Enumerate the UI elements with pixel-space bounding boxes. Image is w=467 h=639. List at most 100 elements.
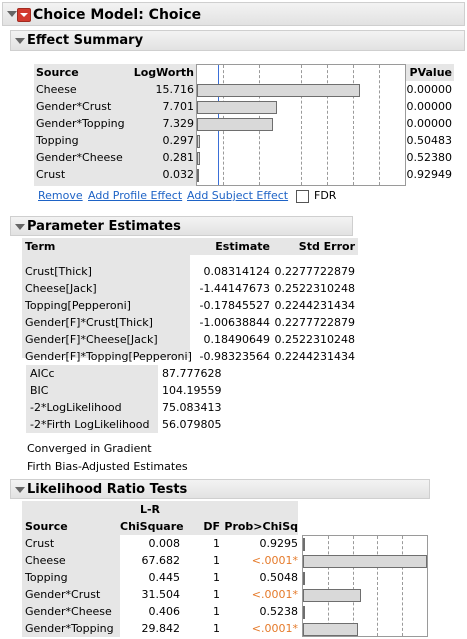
chisquare-bar [303, 555, 427, 568]
estimate-cell: -0.17845527 [199, 299, 270, 312]
pvalue-cell: 0.92949 [406, 168, 453, 181]
column-header-df: DF [203, 520, 220, 533]
likelihood-ratio-header: Likelihood Ratio Tests [10, 479, 430, 499]
column-header-prob: Prob>ChiSq [224, 520, 298, 533]
source-cell: Crust [25, 537, 55, 550]
fdr-label: FDR [314, 189, 337, 202]
parameter-estimates-header: Parameter Estimates [10, 216, 353, 236]
chart-grid-line [353, 65, 354, 185]
stat-value: 56.079805 [162, 418, 222, 431]
stat-value: 75.083413 [162, 401, 222, 414]
column-header-source: Source [25, 520, 68, 533]
source-cell: Gender*Cheese [25, 605, 112, 618]
chisquare-bar [303, 589, 361, 602]
estimate-cell: 0.08314124 [203, 265, 270, 278]
likelihood-ratio-title: Likelihood Ratio Tests [27, 482, 188, 497]
likelihood-ratio-table: Source L-R ChiSquare DF Prob>ChiSq Crust… [22, 501, 430, 637]
chisquare-cell: 31.504 [141, 588, 181, 601]
stderr-cell: 0.2522310248 [274, 282, 355, 295]
source-cell: Gender*Topping [36, 117, 125, 130]
add-subject-effect-button[interactable]: Add Subject Effect [187, 189, 288, 202]
firth-note: Firth Bias-Adjusted Estimates [27, 460, 188, 473]
chisquare-bar [303, 606, 305, 619]
stat-label: -2*Firth LogLikelihood [30, 418, 150, 431]
stat-label: -2*LogLikelihood [30, 401, 122, 414]
prob-cell: 0.9295 [259, 537, 299, 550]
pvalue-cell: 0.52380 [406, 151, 453, 164]
column-header-logworth: LogWorth [133, 66, 194, 79]
estimate-cell: -1.44147673 [199, 282, 270, 295]
term-cell: Crust[Thick] [25, 265, 92, 278]
collapse-icon[interactable] [7, 11, 17, 17]
logworth-cell: 0.297 [162, 134, 195, 147]
stderr-cell: 0.2277722879 [274, 265, 355, 278]
stderr-cell: 0.2277722879 [274, 316, 355, 329]
chart-grid-line [327, 65, 328, 185]
source-cell: Gender*Cheese [36, 151, 123, 164]
term-cell: Topping[Pepperoni] [25, 299, 131, 312]
df-cell: 1 [213, 554, 220, 567]
df-cell: 1 [213, 588, 220, 601]
logworth-bar [197, 169, 199, 182]
prob-cell: 0.5048 [259, 571, 299, 584]
logworth-chart [196, 64, 406, 186]
chisquare-cell: 67.682 [141, 554, 181, 567]
logworth-cell: 15.716 [155, 83, 195, 96]
parameter-estimates-title: Parameter Estimates [27, 219, 181, 234]
source-cell: Gender*Crust [36, 100, 112, 113]
column-header-source: Source [36, 66, 79, 79]
df-cell: 1 [213, 622, 220, 635]
pvalue-cell: 0.00000 [406, 83, 453, 96]
chart-grid-line [402, 536, 403, 636]
stat-label: BIC [30, 384, 49, 397]
effect-summary-buttons: Remove Add Profile Effect Add Subject Ef… [38, 189, 458, 205]
chisquare-cell: 0.406 [148, 605, 181, 618]
stderr-cell: 0.2244231434 [274, 350, 355, 363]
estimate-cell: -0.98323564 [199, 350, 270, 363]
effect-summary-title: Effect Summary [27, 33, 144, 48]
convergence-note: Converged in Gradient [27, 442, 152, 455]
logworth-cell: 7.701 [162, 100, 195, 113]
report-header: Choice Model: Choice [2, 2, 465, 26]
source-cell: Gender*Crust [25, 588, 101, 601]
fdr-checkbox[interactable] [296, 190, 309, 203]
source-cell: Crust [36, 168, 66, 181]
chisquare-cell: 0.445 [148, 571, 181, 584]
source-cell: Topping [36, 134, 79, 147]
prob-cell: <.0001* [251, 554, 298, 567]
term-cell: Cheese[Jack] [25, 282, 97, 295]
stat-value: 104.19559 [162, 384, 222, 397]
column-header-lr-top: L-R [139, 503, 161, 516]
column-header-stderr: Std Error [298, 240, 355, 253]
remove-button[interactable]: Remove [38, 189, 83, 202]
stat-label: AICc [30, 367, 55, 380]
parameter-estimates-table: Term Estimate Std Error Crust[Thick] 0.08… [22, 238, 358, 363]
chisquare-bar [303, 538, 305, 551]
prob-cell: 0.5238 [259, 605, 299, 618]
collapse-icon[interactable] [15, 38, 25, 44]
effect-summary-table: Source LogWorth PValue Cheese 15.716 0.000… [34, 64, 454, 186]
fit-statistics-table: AICc 87.777628 BIC 104.19559 -2*LogLikelihoo… [26, 365, 226, 433]
df-cell: 1 [213, 571, 220, 584]
estimate-cell: -1.00638844 [199, 316, 270, 329]
add-profile-effect-button[interactable]: Add Profile Effect [88, 189, 182, 202]
column-header-term: Term [25, 240, 56, 253]
collapse-icon[interactable] [15, 224, 25, 230]
chisquare-cell: 29.842 [141, 622, 181, 635]
chart-grid-line [353, 536, 354, 636]
stat-value: 87.777628 [162, 367, 222, 380]
column-header-pvalue: PValue [409, 66, 452, 79]
chart-grid-line [377, 536, 378, 636]
source-cell: Cheese [36, 83, 77, 96]
chart-grid-line [379, 65, 380, 185]
collapse-icon[interactable] [15, 487, 25, 493]
term-cell: Gender[F]*Topping[Pepperoni] [25, 350, 192, 363]
term-cell: Gender[F]*Crust[Thick] [25, 316, 153, 329]
red-triangle-menu-icon-arrow [20, 13, 28, 17]
df-cell: 1 [213, 537, 220, 550]
df-cell: 1 [213, 605, 220, 618]
term-cell: Gender[F]*Cheese[Jack] [25, 333, 158, 346]
logworth-cell: 0.281 [162, 151, 195, 164]
chisquare-chart [302, 535, 428, 637]
effect-summary-header: Effect Summary [10, 30, 465, 51]
